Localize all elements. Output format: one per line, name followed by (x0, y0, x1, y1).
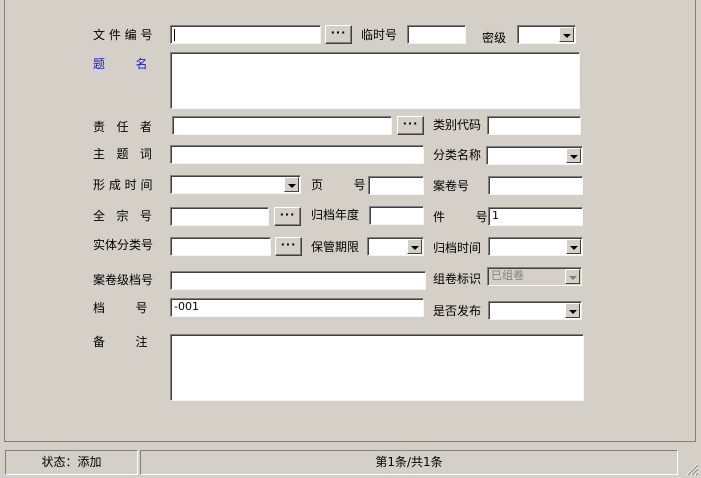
chevron-down-icon[interactable] (284, 177, 299, 192)
title-textarea[interactable] (170, 52, 580, 109)
item-no-label: 件 号 (433, 210, 488, 224)
entity-class-no-input[interactable] (170, 237, 271, 256)
retention-select[interactable] (367, 237, 424, 256)
temp-no-label: 临时号 (361, 28, 398, 42)
fonds-no-input[interactable] (170, 207, 269, 226)
security-select[interactable] (517, 25, 576, 44)
security-label: 密级 (482, 31, 507, 45)
volume-level-no-label: 案卷级档号 (93, 273, 154, 287)
category-name-label: 分类名称 (433, 148, 482, 162)
chevron-down-icon[interactable] (565, 303, 580, 318)
volume-no-label: 案卷号 (433, 179, 470, 193)
file-no-browse-button[interactable]: ··· (325, 25, 352, 44)
entity-class-no-label: 实体分类号 (93, 238, 154, 252)
chevron-down-icon (565, 269, 580, 284)
archive-no-label: 档 号 (93, 301, 148, 315)
form-time-label: 形 成 时 间 (93, 178, 153, 192)
archive-year-input[interactable] (369, 206, 424, 225)
category-name-select[interactable] (486, 146, 583, 165)
subject-input[interactable] (170, 145, 424, 164)
group-flag-label: 组卷标识 (433, 272, 482, 286)
temp-no-input[interactable] (407, 25, 466, 44)
archive-year-label: 归档年度 (311, 208, 360, 222)
fonds-no-label: 全 宗 号 (93, 209, 152, 223)
chevron-down-icon[interactable] (566, 239, 581, 254)
chevron-down-icon[interactable] (407, 239, 422, 254)
page-input[interactable] (368, 176, 424, 195)
group-flag-select: 已组卷 (487, 267, 582, 286)
category-code-input[interactable] (487, 116, 581, 135)
published-select[interactable] (488, 301, 582, 320)
item-no-input[interactable]: 1 (488, 207, 583, 226)
published-label: 是否发布 (433, 304, 482, 318)
status-state: 状态：添加 (5, 450, 138, 475)
archive-time-label: 归档时间 (433, 241, 482, 255)
resize-grip-icon[interactable] (685, 462, 699, 476)
entity-class-no-browse-button[interactable]: ··· (275, 237, 302, 256)
responsible-label: 责 任 者 (93, 120, 152, 134)
fonds-no-browse-button[interactable]: ··· (274, 207, 301, 226)
retention-label: 保管期限 (311, 240, 360, 254)
remarks-textarea[interactable] (170, 334, 584, 401)
responsible-input[interactable] (172, 116, 392, 135)
chevron-down-icon[interactable] (566, 148, 581, 163)
volume-level-no-input[interactable] (170, 271, 426, 290)
archive-time-picker[interactable] (488, 237, 583, 256)
title-label: 题 名 (93, 57, 148, 71)
category-code-label: 类别代码 (433, 118, 482, 132)
chevron-down-icon[interactable] (559, 27, 574, 42)
page-label: 页 号 (311, 178, 366, 192)
status-record: 第1条/共1条 (140, 450, 678, 475)
remarks-label: 备 注 (93, 335, 148, 349)
responsible-browse-button[interactable]: ··· (397, 116, 424, 135)
file-no-label: 文 件 编 号 (93, 28, 153, 42)
form-time-picker[interactable] (170, 175, 301, 194)
subject-label: 主 题 词 (93, 147, 152, 161)
file-no-input[interactable] (170, 25, 321, 44)
archive-no-input[interactable]: -001 (170, 298, 424, 317)
volume-no-input[interactable] (488, 176, 583, 195)
